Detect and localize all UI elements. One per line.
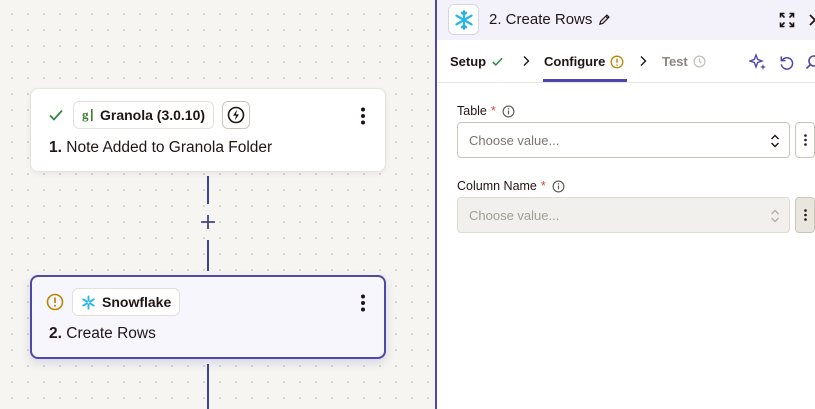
step-title-text: Note Added to Granola Folder xyxy=(66,139,273,156)
tab-test[interactable]: Test xyxy=(662,40,706,83)
step-number: 2. xyxy=(49,325,62,342)
step-title: 2. Create Rows xyxy=(49,325,156,343)
table-select[interactable]: Choose value... xyxy=(457,122,790,158)
chevron-up-down-icon xyxy=(771,134,779,148)
plus-icon xyxy=(201,215,215,229)
panel-title[interactable]: 2. Create Rows xyxy=(489,11,611,28)
panel-header: 2. Create Rows xyxy=(437,0,815,40)
app-chip: Snowflake xyxy=(72,288,181,316)
table-options-button[interactable] xyxy=(795,122,815,158)
app-chip: g Granola (3.0.10) xyxy=(73,101,215,129)
column-name-select[interactable]: Choose value... xyxy=(457,197,790,233)
pencil-icon[interactable] xyxy=(598,13,611,26)
step-number: 1. xyxy=(49,139,62,156)
info-icon[interactable] xyxy=(552,180,565,193)
field-label-text: Column Name xyxy=(457,179,537,193)
tab-label: Test xyxy=(662,54,688,69)
field-label-table: Table * xyxy=(457,104,515,118)
svg-text:g: g xyxy=(82,107,89,122)
select-placeholder: Choose value... xyxy=(469,207,560,223)
chevron-right-icon xyxy=(523,56,530,66)
chevron-right-icon xyxy=(640,56,647,66)
field-label-text: Table xyxy=(457,104,487,118)
step-tabs: Setup Configure Test xyxy=(437,40,815,83)
chevron-up-down-icon xyxy=(771,209,779,223)
add-step-button[interactable] xyxy=(197,211,219,233)
warning-icon xyxy=(610,55,624,68)
undo-icon xyxy=(780,55,793,70)
close-icon xyxy=(809,14,815,26)
workflow-canvas[interactable]: g Granola (3.0.10) 1. Note Added to Gran… xyxy=(0,0,436,409)
step-editor-panel: 2. Create Rows Setup Configure Test Tabl… xyxy=(435,0,815,409)
tab-label: Configure xyxy=(544,54,606,69)
tab-configure[interactable]: Configure xyxy=(544,40,624,83)
required-mark: * xyxy=(540,179,546,193)
check-icon xyxy=(492,57,503,67)
search-icon xyxy=(805,55,815,70)
lightning-icon xyxy=(227,106,245,124)
snowflake-logo-icon xyxy=(448,4,479,35)
step-card-action[interactable]: Snowflake 2. Create Rows xyxy=(30,275,386,359)
clock-icon xyxy=(693,55,706,68)
ai-assist-button[interactable] xyxy=(748,52,768,72)
info-icon[interactable] xyxy=(502,105,515,118)
step-menu-button[interactable] xyxy=(355,293,371,313)
snowflake-logo-icon xyxy=(81,294,96,310)
connector-line xyxy=(207,240,209,271)
expand-button[interactable] xyxy=(777,10,797,30)
close-button[interactable] xyxy=(805,10,815,30)
trigger-badge xyxy=(222,101,251,129)
kebab-icon xyxy=(361,107,365,125)
step-card-trigger[interactable]: g Granola (3.0.10) 1. Note Added to Gran… xyxy=(30,88,386,172)
granola-logo-icon: g xyxy=(82,107,94,123)
kebab-icon xyxy=(361,294,365,312)
select-placeholder: Choose value... xyxy=(469,132,560,148)
kebab-icon xyxy=(803,209,807,221)
tab-label: Setup xyxy=(450,54,487,69)
check-icon xyxy=(47,106,65,124)
app-chip-label: Granola (3.0.10) xyxy=(100,107,206,123)
search-button[interactable] xyxy=(803,52,815,72)
sparkle-icon xyxy=(749,53,766,70)
active-tab-indicator xyxy=(543,79,627,82)
app-chip-label: Snowflake xyxy=(102,294,172,310)
column-name-options-button[interactable] xyxy=(795,197,815,233)
connector-line xyxy=(207,364,209,409)
tab-setup[interactable]: Setup xyxy=(450,40,504,83)
panel-title-text: 2. Create Rows xyxy=(489,11,593,28)
required-mark: * xyxy=(490,104,496,118)
step-title-text: Create Rows xyxy=(66,325,156,342)
step-menu-button[interactable] xyxy=(355,106,371,126)
field-label-column-name: Column Name * xyxy=(457,179,565,193)
step-title: 1. Note Added to Granola Folder xyxy=(49,139,272,157)
connector-line xyxy=(207,176,209,204)
expand-icon xyxy=(779,12,795,28)
warning-icon xyxy=(46,293,64,311)
kebab-icon xyxy=(803,134,807,146)
undo-button[interactable] xyxy=(776,52,796,72)
